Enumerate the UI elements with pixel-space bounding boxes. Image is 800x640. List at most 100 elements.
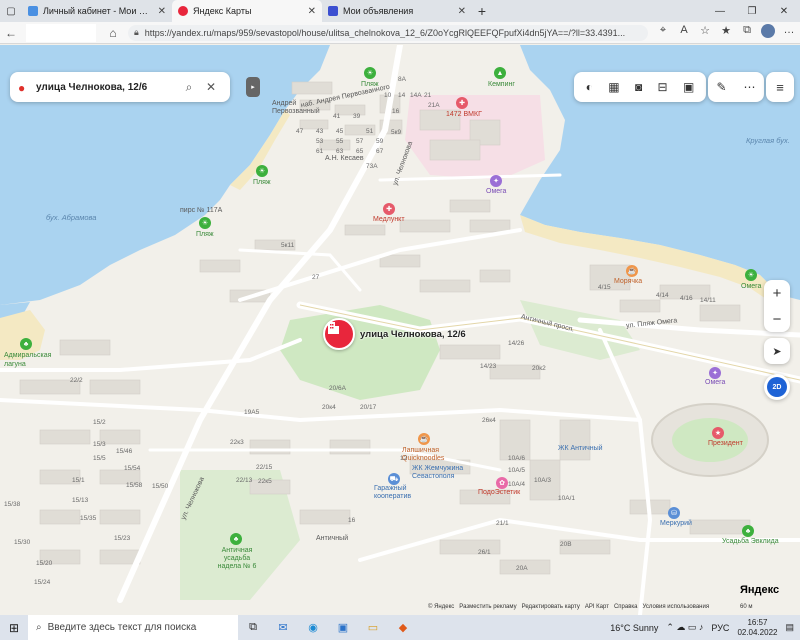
camping-icon[interactable]: ▲ [494,67,506,79]
camera-icon[interactable]: ◙ [635,80,642,94]
collections-icon[interactable]: ⧉ [738,24,756,41]
tab-lichny-kabinet[interactable]: Личный кабинет - Мои объявле ✕ [22,0,172,22]
new-tab-button[interactable]: + [472,3,492,19]
language-indicator[interactable]: РУС [711,623,729,633]
map-scale: 60 м [740,604,753,610]
url-field[interactable]: 🔒︎ https://yandex.ru/maps/959/sevastopol… [128,24,648,41]
map-canvas[interactable]: Круглая бух. бух. Абрамова наб. Андрея П… [0,45,800,615]
ruler-icon[interactable]: ✎ [716,80,726,94]
house-number: 39 [353,113,361,120]
beach-icon[interactable]: ☀ [364,67,376,79]
medical-icon[interactable]: ✚ [383,203,395,215]
beach-icon[interactable]: ☀ [199,217,211,229]
footer-link[interactable]: © Яндекс [428,604,454,610]
layers-icon[interactable]: ◐ [586,80,593,94]
my-location-button[interactable]: ➤ [764,338,790,364]
more-icon[interactable]: ⋯ [744,80,756,94]
close-window-icon[interactable]: ✕ [768,0,800,22]
house-number: 8А [398,76,406,83]
zoom-in-button[interactable]: + [764,280,790,306]
weather-text[interactable]: 16°C Sunny [610,623,658,633]
garage-icon[interactable]: ⛟ [388,473,400,485]
app-icon[interactable]: ◆ [388,615,418,640]
hotel-icon[interactable]: ★ [712,427,724,439]
house-number: 15/13 [72,497,89,504]
close-icon[interactable]: ✕ [458,6,466,17]
zoom-out-button[interactable]: − [764,306,790,332]
tab-moi-obyavleniya[interactable]: Мои объявления ✕ [322,0,472,22]
house-number: 21А [428,102,440,109]
task-view-icon[interactable]: ⧉ [238,615,268,640]
search-icon[interactable]: ⌕ [178,80,200,95]
cafe-icon[interactable]: ☕ [626,265,638,277]
medical-icon[interactable]: ✚ [456,97,468,109]
back-arrow-icon[interactable]: ← [0,26,22,40]
park-icon[interactable]: ♣ [230,533,242,545]
close-icon[interactable]: ✕ [200,80,222,94]
location-icon[interactable]: ⌖ [654,24,672,41]
label-kesaev: А.Н. Кесаев [325,155,364,162]
collapse-panel-button[interactable]: ▸ [246,77,260,97]
edge-browser-icon[interactable]: ◉ [298,615,328,640]
house-number: 14/26 [508,340,525,347]
tab-title: Личный кабинет - Мои объявле [43,6,153,16]
label-pier: пирс № 117А [180,207,223,214]
profile-avatar[interactable] [759,24,777,41]
house-number: 14А [410,92,422,99]
close-icon[interactable]: ✕ [158,6,166,17]
map-footer: © Яндекс Разместить рекламу Редактироват… [428,604,709,610]
favorite-star-icon[interactable]: ☆ [696,24,714,41]
transport-icon[interactable]: ⊟ [658,80,668,94]
beauty-icon[interactable]: ✿ [496,477,508,489]
home-icon[interactable]: ⌂ [102,26,124,40]
minimize-icon[interactable]: — [704,0,736,22]
footer-link[interactable]: Разместить рекламу [459,604,516,610]
house-number: 15/54 [124,465,141,472]
close-icon[interactable]: ✕ [308,6,316,17]
windows-start-icon[interactable]: ⊞ [0,615,28,640]
beach-icon[interactable]: ☀ [745,269,757,281]
taskbar-search[interactable]: ⌕ Введите здесь текст для поиска [28,615,238,640]
omega-icon[interactable]: ✦ [490,175,502,187]
view-2d-button[interactable]: 2D [764,374,790,400]
house-number: 47 [296,128,304,135]
file-explorer-icon[interactable]: ▭ [358,615,388,640]
house-number: 43 [316,128,324,135]
clock[interactable]: 16:57 02.04.2022 [737,618,777,638]
traffic-icon[interactable]: ▣ [683,80,694,94]
store-icon[interactable]: ▣ [328,615,358,640]
park-icon[interactable]: ♣ [20,338,32,350]
window-menu-icon[interactable]: ▢ [0,0,22,22]
menu-icon[interactable]: ≡ [766,72,794,102]
notifications-icon[interactable]: ▤ [785,622,794,633]
house-number: 14 [398,92,406,99]
footer-link[interactable]: Условия использования [643,604,710,610]
omega-icon[interactable]: ✦ [709,367,721,379]
house-number: 10А/3 [534,477,551,484]
label-prezident: Президент [708,440,743,447]
mail-icon[interactable]: ✉ [268,615,298,640]
more-icon[interactable]: … [780,24,798,41]
panorama-icon[interactable]: ▦ [608,80,619,94]
footer-link[interactable]: API Карт [585,604,609,610]
house-number: 15/38 [4,501,21,508]
building-icon [328,322,339,334]
footer-link[interactable]: Редактировать карту [522,604,580,610]
search-box[interactable]: ● улица Челнокова, 12/6 ⌕ ✕ [10,72,230,102]
shop-icon[interactable]: ⛁ [668,507,680,519]
house-number: 14/23 [480,363,497,370]
footer-link[interactable]: Справка [614,604,638,610]
tray-icons[interactable]: ⌃ ☁ ▭ ♪ [666,622,703,633]
maximize-icon[interactable]: ❐ [736,0,768,22]
favorites-icon[interactable]: ★ [717,24,735,41]
cafe-icon[interactable]: ☕ [418,433,430,445]
park-icon[interactable]: ♣ [742,525,754,537]
search-input[interactable]: улица Челнокова, 12/6 [36,82,178,93]
yandex-logo: Яндекс [740,584,780,596]
read-aloud-icon[interactable]: A [675,24,693,41]
beach-icon[interactable]: ☀ [256,165,268,177]
address-marker[interactable] [323,318,355,350]
house-number: 20/6А [329,385,346,392]
tab-yandex-maps[interactable]: Яндекс Карты ✕ [172,0,322,22]
house-number: 65 [356,148,364,155]
